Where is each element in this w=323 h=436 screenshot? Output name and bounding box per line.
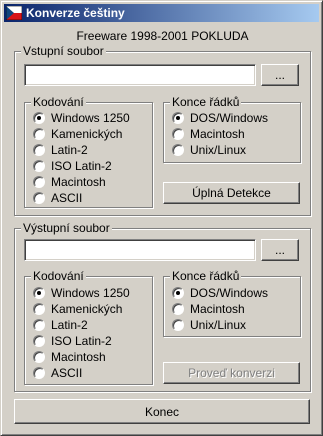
radio-button-icon[interactable] bbox=[172, 144, 184, 156]
title-bar: Konverze češtiny bbox=[4, 4, 319, 22]
input-line-ending-option[interactable]: Unix/Linux bbox=[172, 142, 246, 158]
radio-button-icon[interactable] bbox=[33, 144, 45, 156]
output-encoding-group: Kodování Windows 1250 Kamenických Latin-2 I… bbox=[24, 269, 153, 385]
input-encoding-option-label: Macintosh bbox=[51, 175, 106, 189]
radio-button-icon[interactable] bbox=[172, 303, 184, 315]
output-path-input[interactable] bbox=[25, 240, 255, 260]
input-file-label: Vstupní soubor bbox=[21, 44, 106, 58]
output-encoding-option-label: ISO Latin-2 bbox=[51, 334, 112, 348]
output-encoding-option[interactable]: Windows 1250 bbox=[33, 285, 130, 301]
input-encoding-option[interactable]: ISO Latin-2 bbox=[33, 158, 112, 174]
radio-button-icon[interactable] bbox=[33, 176, 45, 188]
input-encoding-option-label: Windows 1250 bbox=[51, 111, 130, 125]
radio-button-icon[interactable] bbox=[33, 303, 45, 315]
input-line-ending-option-label: Unix/Linux bbox=[190, 143, 247, 157]
radio-button-icon[interactable] bbox=[172, 319, 184, 331]
output-encoding-option-label: Macintosh bbox=[51, 350, 106, 364]
output-encoding-option[interactable]: Kamenických bbox=[33, 301, 122, 317]
radio-button-icon[interactable] bbox=[172, 287, 184, 299]
input-file-group: Vstupní soubor ... Kodování Windows 1250… bbox=[14, 44, 311, 216]
output-line-ending-option-label: Macintosh bbox=[190, 302, 245, 316]
input-line-ending-option-label: DOS/Windows bbox=[190, 111, 269, 125]
input-encoding-option-label: ISO Latin-2 bbox=[51, 159, 112, 173]
input-encoding-option-label: Kamenických bbox=[51, 127, 123, 141]
input-line-ending-option[interactable]: Macintosh bbox=[172, 126, 245, 142]
input-encoding-option-label: ASCII bbox=[51, 191, 83, 205]
radio-button-icon[interactable] bbox=[33, 192, 45, 204]
radio-button-icon[interactable] bbox=[33, 351, 45, 363]
input-encoding-option[interactable]: Latin-2 bbox=[33, 142, 88, 158]
input-encoding-option[interactable]: Windows 1250 bbox=[33, 110, 130, 126]
output-encoding-option-label: Windows 1250 bbox=[51, 286, 130, 300]
input-path-input[interactable] bbox=[25, 65, 255, 85]
output-line-ending-option[interactable]: DOS/Windows bbox=[172, 285, 268, 301]
output-encoding-option-label: Latin-2 bbox=[51, 318, 88, 332]
output-line-endings-group: Konce řádků DOS/Windows Macintosh Unix/Lin… bbox=[163, 269, 301, 337]
radio-button-icon[interactable] bbox=[33, 160, 45, 172]
output-line-endings-label: Konce řádků bbox=[170, 269, 242, 283]
output-line-ending-option[interactable]: Unix/Linux bbox=[172, 317, 246, 333]
czech-flag-icon bbox=[6, 6, 22, 20]
output-line-ending-option-label: Unix/Linux bbox=[190, 318, 247, 332]
end-button[interactable]: Konec bbox=[14, 399, 310, 424]
convert-button[interactable]: Proveď konverzi bbox=[163, 362, 300, 384]
output-encoding-option[interactable]: Macintosh bbox=[33, 349, 106, 365]
input-line-ending-option[interactable]: DOS/Windows bbox=[172, 110, 268, 126]
full-detection-button[interactable]: Úplná Detekce bbox=[163, 182, 300, 204]
radio-button-icon[interactable] bbox=[33, 287, 45, 299]
output-line-ending-option[interactable]: Macintosh bbox=[172, 301, 245, 317]
output-encoding-option[interactable]: Latin-2 bbox=[33, 317, 88, 333]
output-file-label: Výstupní soubor bbox=[21, 221, 112, 235]
output-encoding-option[interactable]: ASCII bbox=[33, 365, 82, 381]
output-encoding-option-label: ASCII bbox=[51, 366, 83, 380]
output-encoding-option[interactable]: ISO Latin-2 bbox=[33, 333, 112, 349]
output-file-group: Výstupní soubor ... Kodování Windows 125… bbox=[14, 221, 311, 392]
input-encoding-option-label: Latin-2 bbox=[51, 143, 88, 157]
header-text: Freeware 1998-2001 POKLUDA bbox=[76, 29, 249, 43]
output-encoding-label: Kodování bbox=[31, 269, 86, 283]
input-line-ending-option-label: Macintosh bbox=[190, 127, 245, 141]
output-browse-button[interactable]: ... bbox=[261, 239, 299, 261]
output-encoding-option-label: Kamenických bbox=[51, 302, 123, 316]
radio-button-icon[interactable] bbox=[172, 128, 184, 140]
input-encoding-option[interactable]: Macintosh bbox=[33, 174, 106, 190]
input-browse-button[interactable]: ... bbox=[261, 64, 299, 86]
input-encoding-label: Kodování bbox=[31, 95, 86, 109]
input-line-endings-group: Konce řádků DOS/Windows Macintosh Unix/Lin… bbox=[163, 95, 301, 163]
radio-button-icon[interactable] bbox=[33, 319, 45, 331]
output-line-ending-option-label: DOS/Windows bbox=[190, 286, 269, 300]
radio-button-icon[interactable] bbox=[33, 112, 45, 124]
radio-button-icon[interactable] bbox=[33, 128, 45, 140]
app-window: Konverze češtiny Freeware 1998-2001 POKL… bbox=[0, 0, 323, 436]
input-encoding-group: Kodování Windows 1250 Kamenických Latin-2 I… bbox=[24, 95, 153, 208]
output-path-field[interactable] bbox=[24, 239, 256, 261]
input-encoding-option[interactable]: Kamenických bbox=[33, 126, 122, 142]
input-line-endings-label: Konce řádků bbox=[170, 95, 242, 109]
input-path-field[interactable] bbox=[24, 64, 256, 86]
radio-button-icon[interactable] bbox=[33, 335, 45, 347]
input-encoding-option[interactable]: ASCII bbox=[33, 190, 82, 206]
window-title: Konverze češtiny bbox=[26, 6, 125, 20]
radio-button-icon[interactable] bbox=[33, 367, 45, 379]
radio-button-icon[interactable] bbox=[172, 112, 184, 124]
